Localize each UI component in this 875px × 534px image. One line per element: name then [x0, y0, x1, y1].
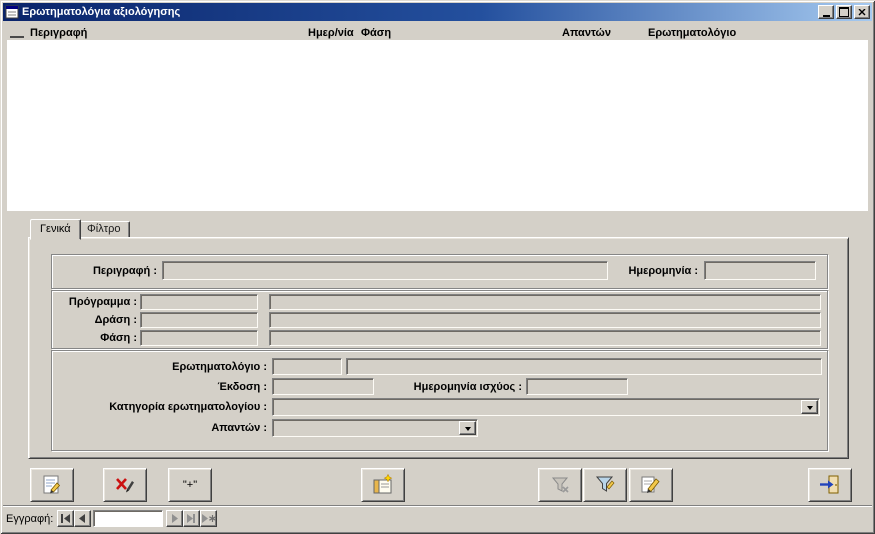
tab-general[interactable]: Γενικά — [30, 219, 81, 240]
description-input[interactable] — [162, 261, 608, 280]
program-group: Πρόγραμμα : Δράση : Φάση : — [51, 290, 828, 349]
window-title: Ερωτηματολόγια αξιολόγησης — [22, 6, 815, 18]
category-label: Κατηγορία ερωτηματολογίου : — [57, 400, 267, 415]
version-label: Έκδοση : — [57, 380, 267, 395]
column-header-description: Περιγραφή — [30, 27, 87, 39]
action-code-input[interactable] — [140, 312, 258, 328]
respondent-dropdown-arrow-icon[interactable] — [459, 421, 476, 435]
record-number-input[interactable] — [93, 510, 163, 527]
record-nav-label: Εγγραφή: — [6, 513, 53, 525]
minimize-button[interactable] — [818, 5, 834, 19]
questionnaire-label: Ερωτηματολόγιο : — [57, 360, 267, 375]
column-header-phase: Φάση — [361, 27, 391, 39]
tab-panel-general: Περιγραφή : Ημερομηνία : Πρόγραμμα : Δρά… — [28, 237, 849, 459]
plus-button-label: "+" — [183, 479, 197, 491]
column-header-respondent: Απαντών — [562, 27, 611, 39]
questionnaire-group: Ερωτηματολόγιο : Έκδοση : Ημερομηνία ισχ… — [51, 350, 828, 451]
window-form-icon — [5, 5, 19, 19]
record-selector-mark — [10, 36, 24, 38]
valid-date-label: Ημερομηνία ισχύος : — [378, 380, 522, 395]
first-record-button[interactable] — [57, 510, 74, 527]
delete-record-button[interactable] — [103, 468, 147, 502]
new-questionnaire-button[interactable] — [361, 468, 405, 502]
action-name-input[interactable] — [269, 312, 821, 328]
exit-button[interactable] — [808, 468, 852, 502]
edit-button[interactable] — [629, 468, 673, 502]
first-record-icon — [59, 512, 72, 525]
program-name-input[interactable] — [269, 294, 821, 310]
phase-name-input[interactable] — [269, 330, 821, 346]
close-icon — [858, 9, 866, 16]
plus-button[interactable]: "+" — [168, 468, 212, 502]
category-combobox[interactable] — [272, 398, 820, 416]
column-header-date: Ημερ/νία — [308, 27, 354, 39]
valid-date-input[interactable] — [526, 378, 628, 395]
previous-record-icon — [76, 512, 89, 525]
tab-general-label: Γενικά — [40, 223, 71, 235]
maximize-icon — [839, 7, 849, 17]
new-record-form-button[interactable] — [30, 468, 74, 502]
program-label: Πρόγραμμα : — [57, 295, 137, 310]
maximize-button[interactable] — [836, 5, 852, 19]
version-input[interactable] — [272, 378, 374, 395]
phase-label: Φάση : — [57, 331, 137, 346]
titlebar[interactable]: Ερωτηματολόγια αξιολόγησης — [3, 3, 872, 21]
exit-door-icon — [818, 473, 842, 497]
tab-filter-label: Φίλτρο — [87, 223, 120, 235]
column-header-questionnaire: Ερωτηματολόγιο — [648, 27, 736, 39]
date-input[interactable] — [704, 261, 816, 280]
last-record-button[interactable] — [183, 510, 200, 527]
program-code-input[interactable] — [140, 294, 258, 310]
delete-x-icon — [113, 473, 137, 497]
app-window: Ερωτηματολόγια αξιολόγησης Περιγραφή Ημε… — [0, 0, 875, 534]
phase-code-input[interactable] — [140, 330, 258, 346]
questionnaire-name-input[interactable] — [346, 358, 822, 375]
next-record-icon — [168, 512, 181, 525]
previous-record-button[interactable] — [74, 510, 91, 527]
remove-filter-funnel-icon — [548, 473, 572, 497]
close-button[interactable] — [854, 5, 870, 19]
description-group: Περιγραφή : Ημερομηνία : — [51, 254, 828, 289]
notebook-sparkle-icon — [371, 473, 395, 497]
respondent-label: Απαντών : — [57, 421, 267, 436]
filter-button[interactable] — [583, 468, 627, 502]
minimize-icon — [823, 15, 830, 17]
last-record-icon — [185, 512, 198, 525]
edit-pencil-icon — [639, 473, 663, 497]
navigator-divider — [3, 505, 872, 507]
records-list[interactable] — [7, 40, 868, 211]
window-controls — [818, 5, 870, 19]
new-record-icon — [201, 512, 216, 525]
questionnaire-code-input[interactable] — [272, 358, 342, 375]
respondent-combobox[interactable] — [272, 419, 478, 437]
category-dropdown-arrow-icon[interactable] — [801, 400, 818, 414]
filter-funnel-icon — [593, 473, 617, 497]
next-record-button[interactable] — [166, 510, 183, 527]
new-record-button[interactable] — [200, 510, 217, 527]
date-label: Ημερομηνία : — [608, 264, 698, 279]
remove-filter-button[interactable] — [538, 468, 582, 502]
record-pencil-icon — [40, 473, 64, 497]
action-label: Δράση : — [57, 313, 137, 328]
description-label: Περιγραφή : — [57, 264, 157, 279]
